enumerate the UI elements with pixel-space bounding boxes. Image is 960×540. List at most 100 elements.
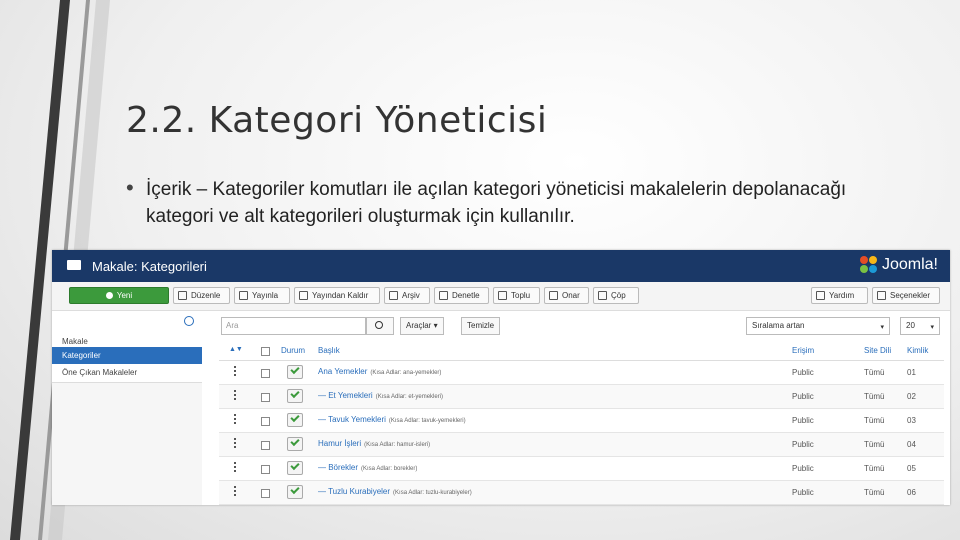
category-title-link[interactable]: Ana Yemekler <box>318 367 367 376</box>
id-cell: 02 <box>907 392 916 401</box>
select-all-checkbox[interactable] <box>261 347 270 356</box>
sidebar-item-featured[interactable]: Öne Çıkan Makaleler <box>52 364 202 381</box>
column-status[interactable]: Durum <box>281 346 305 355</box>
gear-icon <box>877 291 886 300</box>
access-cell: Public <box>792 440 814 449</box>
column-access[interactable]: Erişim <box>792 346 814 355</box>
table-row: — Tuzlu Kurabiyeler (Kısa Adlar: tuzlu-ku… <box>219 481 944 505</box>
toolbar: Yeni Düzenle Yayınla Yayından Kaldır Arş… <box>52 282 950 311</box>
new-button[interactable]: Yeni <box>69 287 169 304</box>
search-tools-button[interactable]: Araçlar ▾ <box>400 317 444 335</box>
search-input[interactable]: Ara <box>221 317 366 335</box>
category-alias: (Kısa Adlar: tavuk-yemekleri) <box>388 418 466 424</box>
language-cell: Tümü <box>864 392 885 401</box>
column-title[interactable]: Başlık <box>318 346 340 355</box>
published-status-icon[interactable] <box>287 485 303 499</box>
main-content: Ara Araçlar ▾ Temizle Sıralama artan ▾ 20… <box>219 311 944 505</box>
joomla-logo-icon <box>859 256 878 274</box>
refresh-icon <box>549 291 558 300</box>
category-title-link[interactable]: — Et Yemekleri <box>318 391 373 400</box>
limit-select[interactable]: 20 ▾ <box>900 317 940 335</box>
batch-icon <box>498 291 507 300</box>
admin-header: Makale: Kategorileri Joomla! <box>52 250 950 282</box>
column-id[interactable]: Kimlik <box>907 346 928 355</box>
category-title-link[interactable]: Hamur İşleri <box>318 439 361 448</box>
row-checkbox[interactable] <box>261 489 270 498</box>
access-cell: Public <box>792 488 814 497</box>
row-title-cell: Ana Yemekler (Kısa Adlar: ana-yemekler) <box>318 367 441 376</box>
published-status-icon[interactable] <box>287 365 303 379</box>
sidebar-panel <box>52 382 202 505</box>
folder-icon <box>67 260 81 270</box>
row-title-cell: — Tuzlu Kurabiyeler (Kısa Adlar: tuzlu-ku… <box>318 487 472 496</box>
row-checkbox[interactable] <box>261 417 270 426</box>
sort-select[interactable]: Sıralama artan ▾ <box>746 317 890 335</box>
drag-handle-icon[interactable] <box>234 366 236 376</box>
drag-handle-icon[interactable] <box>234 438 236 448</box>
access-cell: Public <box>792 416 814 425</box>
checkin-icon <box>439 291 448 300</box>
joomla-screenshot: Makale: Kategorileri Joomla! Yeni Düzenl… <box>52 250 950 505</box>
table-row: — Börekler (Kısa Adlar: borekler) Public Tü… <box>219 457 944 481</box>
checkin-button[interactable]: Denetle <box>434 287 489 304</box>
edit-icon <box>178 291 187 300</box>
category-alias: (Kısa Adlar: ana-yemekler) <box>370 370 442 376</box>
trash-button[interactable]: Çöp <box>593 287 639 304</box>
category-title-link[interactable]: — Börekler <box>318 463 358 472</box>
check-icon <box>239 291 248 300</box>
published-status-icon[interactable] <box>287 413 303 427</box>
edit-button[interactable]: Düzenle <box>173 287 230 304</box>
sidebar-item-categories[interactable]: Kategoriler <box>52 347 202 364</box>
published-status-icon[interactable] <box>287 389 303 403</box>
unpublish-icon <box>299 291 308 300</box>
rebuild-button[interactable]: Onar <box>544 287 589 304</box>
id-cell: 06 <box>907 488 916 497</box>
row-checkbox[interactable] <box>261 393 270 402</box>
publish-button[interactable]: Yayınla <box>234 287 290 304</box>
category-alias: (Kısa Adlar: et-yemekleri) <box>375 394 444 400</box>
archive-button[interactable]: Arşiv <box>384 287 430 304</box>
column-language[interactable]: Site Dili <box>864 346 891 355</box>
access-cell: Public <box>792 464 814 473</box>
row-title-cell: — Et Yemekleri (Kısa Adlar: et-yemekleri) <box>318 391 443 400</box>
options-button[interactable]: Seçenekler <box>872 287 940 304</box>
clear-button[interactable]: Temizle <box>461 317 501 335</box>
published-status-icon[interactable] <box>287 461 303 475</box>
category-title-link[interactable]: — Tavuk Yemekleri <box>318 415 386 424</box>
category-alias: (Kısa Adlar: hamur-isleri) <box>364 442 431 448</box>
help-button[interactable]: Yardım <box>811 287 868 304</box>
drag-handle-icon[interactable] <box>234 462 236 472</box>
bullet-text: İçerik – Kategoriler komutları ile açıla… <box>146 179 847 227</box>
drag-handle-icon[interactable] <box>234 414 236 424</box>
id-cell: 04 <box>907 440 916 449</box>
language-cell: Tümü <box>864 416 885 425</box>
id-cell: 05 <box>907 464 916 473</box>
table-header: ▲▼ Durum Başlık Erişim Site Dili Kimlik <box>219 342 944 361</box>
published-status-icon[interactable] <box>287 437 303 451</box>
joomla-logo: Joomla! <box>859 256 938 274</box>
batch-button[interactable]: Toplu <box>493 287 540 304</box>
access-cell: Public <box>792 392 814 401</box>
table-row: — Tavuk Yemekleri (Kısa Adlar: tavuk-yeme… <box>219 409 944 433</box>
drag-handle-icon[interactable] <box>234 486 236 496</box>
trash-icon <box>598 291 607 300</box>
category-title-link[interactable]: — Tuzlu Kurabiyeler <box>318 487 390 496</box>
plus-icon <box>105 292 113 299</box>
unpublish-button[interactable]: Yayından Kaldır <box>294 287 380 304</box>
language-cell: Tümü <box>864 488 885 497</box>
category-alias: (Kısa Adlar: borekler) <box>361 466 418 472</box>
table-row: Hamur İşleri (Kısa Adlar: hamur-isleri) Pu… <box>219 433 944 457</box>
sidebar: Makale Kategoriler Öne Çıkan Makaleler <box>52 311 202 505</box>
search-button[interactable] <box>366 317 394 335</box>
row-checkbox[interactable] <box>261 441 270 450</box>
drag-handle-icon[interactable] <box>234 390 236 400</box>
archive-icon <box>389 291 398 300</box>
help-icon <box>816 291 825 300</box>
row-checkbox[interactable] <box>261 465 270 474</box>
sort-order-icon[interactable]: ▲▼ <box>229 346 243 353</box>
row-checkbox[interactable] <box>261 369 270 378</box>
language-cell: Tümü <box>864 368 885 377</box>
row-title-cell: — Börekler (Kısa Adlar: borekler) <box>318 463 417 472</box>
slide-title: 2.2. Kategori Yöneticisi <box>126 100 548 141</box>
collapse-sidebar-icon[interactable] <box>184 316 194 326</box>
